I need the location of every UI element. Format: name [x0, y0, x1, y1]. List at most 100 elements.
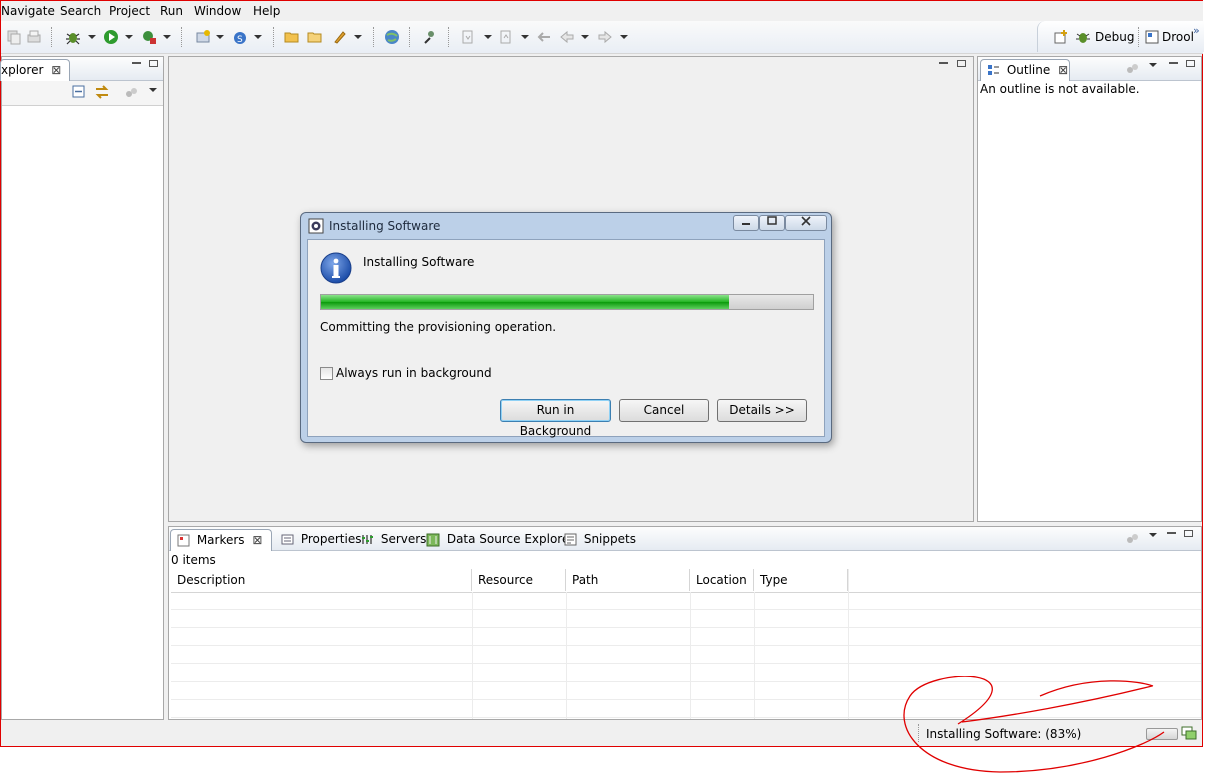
new-server-dropdown-icon[interactable]: [216, 35, 224, 39]
column-location[interactable]: Location: [690, 569, 754, 591]
minimize-icon[interactable]: [1169, 62, 1178, 64]
previous-annotation-dropdown-icon[interactable]: [521, 35, 529, 39]
menu-help[interactable]: Help: [253, 4, 280, 18]
dialog-minimize-button[interactable]: [733, 215, 759, 231]
tab-data-source-explorer[interactable]: Data Source Explorer: [420, 529, 580, 551]
launch-dropdown-icon[interactable]: [354, 35, 362, 39]
cancel-button[interactable]: Cancel: [619, 399, 709, 422]
next-annotation-icon[interactable]: [460, 29, 476, 45]
external-tools-icon[interactable]: [141, 29, 157, 45]
minimize-icon[interactable]: [132, 62, 141, 64]
tab-snippets[interactable]: Snippets: [558, 529, 642, 551]
open-folder-icon[interactable]: [284, 29, 300, 45]
view-menu-icon[interactable]: [1125, 62, 1139, 76]
run-dropdown-icon[interactable]: [125, 35, 133, 39]
last-edit-icon[interactable]: [536, 29, 552, 45]
info-icon: [320, 252, 352, 284]
debug-perspective-icon[interactable]: [1075, 29, 1091, 45]
editor-maximize-icon[interactable]: [957, 60, 966, 67]
close-icon[interactable]: ⊠: [51, 63, 61, 77]
outline-panel: Outline ⊠ An outline is not available.: [977, 56, 1202, 522]
progress-view-icon[interactable]: [1181, 726, 1197, 740]
column-divider: [754, 592, 755, 719]
debug-perspective-label[interactable]: Debug: [1095, 30, 1134, 44]
explorer-view-toolbar: [2, 81, 163, 106]
view-menu-icon[interactable]: [124, 86, 138, 100]
svg-text:S: S: [237, 35, 243, 45]
maximize-icon[interactable]: [1186, 60, 1195, 67]
tab-properties[interactable]: Properties: [275, 529, 367, 551]
toolbar-separator: [1138, 27, 1140, 47]
new-web-service-icon[interactable]: S: [232, 29, 248, 45]
dialog-close-button[interactable]: [785, 215, 827, 231]
sort-ascending-icon: ^: [317, 569, 325, 574]
view-menu-dropdown-icon[interactable]: [149, 88, 157, 92]
maximize-icon[interactable]: [149, 60, 158, 67]
menu-search[interactable]: Search: [60, 4, 101, 18]
close-icon[interactable]: ⊠: [252, 533, 262, 547]
new-web-service-dropdown-icon[interactable]: [254, 35, 262, 39]
more-perspectives-icon[interactable]: »: [1193, 24, 1200, 37]
always-run-in-background-checkbox[interactable]: [320, 367, 333, 380]
details-button[interactable]: Details >>: [717, 399, 807, 422]
view-menu-icon[interactable]: [1125, 532, 1139, 546]
markers-icon: [177, 534, 190, 547]
forward-icon[interactable]: [597, 29, 613, 45]
column-divider: [848, 569, 849, 719]
external-tools-dropdown-icon[interactable]: [163, 35, 171, 39]
column-divider: [472, 592, 473, 719]
open-perspective-icon[interactable]: [1053, 29, 1069, 45]
drools-perspective-label[interactable]: Drool: [1162, 30, 1194, 44]
snippets-icon: [564, 533, 577, 546]
launch-icon[interactable]: [332, 29, 348, 45]
menu-project[interactable]: Project: [109, 4, 150, 18]
outline-tab-header: Outline ⊠: [978, 57, 1201, 81]
snippets-tab-label: Snippets: [583, 532, 636, 546]
column-path[interactable]: Path: [566, 569, 690, 591]
install-progress-fill: [321, 295, 730, 309]
debug-dropdown-icon[interactable]: [88, 35, 96, 39]
properties-tab-label: Properties: [300, 532, 362, 546]
always-run-in-background-label[interactable]: Always run in background: [336, 366, 492, 380]
drools-perspective-icon[interactable]: [1144, 29, 1160, 45]
debug-icon[interactable]: [65, 29, 81, 45]
print-icon[interactable]: [26, 29, 42, 45]
tab-explorer[interactable]: xplorer ⊠: [0, 59, 70, 81]
main-toolbar: S Debug Drool »: [1, 21, 1204, 54]
table-row: [171, 628, 1201, 646]
column-path-label: Path: [572, 573, 599, 587]
annotation-scribble: [903, 676, 1165, 773]
menu-navigate[interactable]: Navigate: [1, 4, 55, 18]
new-server-icon[interactable]: [195, 29, 211, 45]
open-project-icon[interactable]: [307, 29, 323, 45]
search-person-icon[interactable]: [422, 29, 438, 45]
menu-window[interactable]: Window: [194, 4, 241, 18]
column-location-label: Location: [696, 573, 747, 587]
dialog-maximize-button[interactable]: [759, 215, 785, 231]
column-type[interactable]: Type: [754, 569, 848, 591]
link-with-editor-icon[interactable]: [94, 84, 110, 100]
minimize-icon[interactable]: [1167, 532, 1176, 534]
view-menu-dropdown-icon[interactable]: [1149, 533, 1157, 537]
run-in-background-button[interactable]: Run in Background: [500, 399, 611, 438]
run-icon[interactable]: [103, 29, 119, 45]
close-icon[interactable]: ⊠: [1058, 63, 1068, 77]
menu-run[interactable]: Run: [160, 4, 183, 18]
tab-markers[interactable]: Markers ⊠: [170, 529, 272, 551]
tab-outline[interactable]: Outline ⊠: [980, 59, 1070, 81]
back-icon[interactable]: [559, 29, 575, 45]
previous-annotation-icon[interactable]: [498, 29, 514, 45]
globe-icon[interactable]: [384, 29, 400, 45]
explorer-tab-header: xplorer ⊠: [0, 57, 163, 81]
toolbar-separator: [181, 27, 183, 47]
collapse-all-icon[interactable]: [72, 85, 86, 99]
outline-tab-label: Outline: [1006, 63, 1051, 77]
view-menu-dropdown-icon[interactable]: [1149, 63, 1157, 67]
copy-icon[interactable]: [6, 29, 22, 45]
next-annotation-dropdown-icon[interactable]: [484, 35, 492, 39]
maximize-icon[interactable]: [1184, 530, 1193, 537]
column-resource[interactable]: Resource: [472, 569, 566, 591]
forward-dropdown-icon[interactable]: [620, 35, 628, 39]
editor-minimize-icon[interactable]: [939, 62, 948, 64]
back-dropdown-icon[interactable]: [581, 35, 589, 39]
